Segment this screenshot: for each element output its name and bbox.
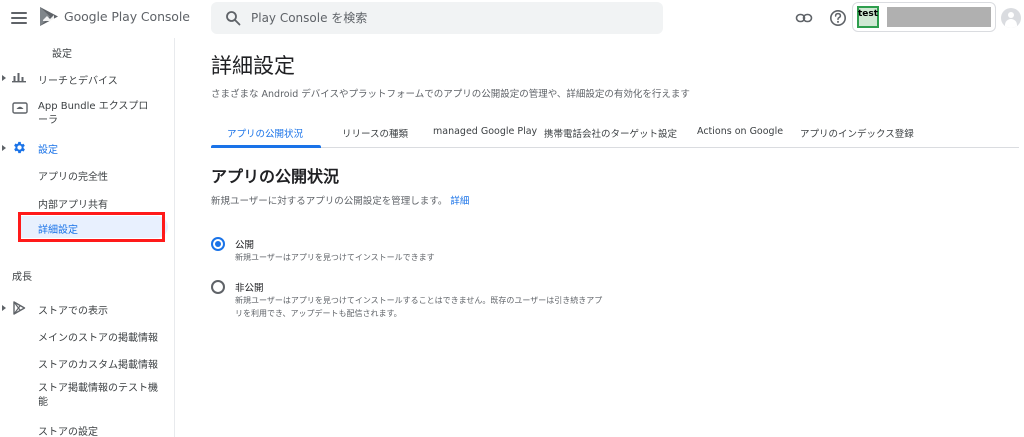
section-title: アプリの公開状況 xyxy=(211,167,340,186)
radio-private[interactable] xyxy=(211,280,225,294)
search-icon xyxy=(226,11,241,26)
option-public-description: 新規ユーザーはアプリを見つけてインストールできます xyxy=(235,253,435,262)
sidebar-item-store-listing-experiments[interactable]: ストア掲載情報のテスト機能 xyxy=(0,380,174,410)
play-console-logo-icon xyxy=(40,7,58,26)
tab-carrier-targeting[interactable]: 携帯電話会社のターゲット設定 xyxy=(544,126,677,140)
play-store-icon xyxy=(13,301,26,315)
search-input[interactable] xyxy=(251,8,651,28)
sidebar-item-label: 設定 xyxy=(52,49,72,60)
learn-more-link[interactable]: 詳細 xyxy=(450,196,469,207)
user-avatar-icon[interactable] xyxy=(1001,8,1021,28)
tab-bar: アプリの公開状況 リリースの種類 managed Google Play 携帯電… xyxy=(211,118,1019,148)
sidebar-item-label: ストアの設定 xyxy=(38,427,98,437)
radio-public[interactable] xyxy=(211,237,225,251)
sidebar-item-label: メインのストアの掲載情報 xyxy=(38,333,158,344)
sidebar-item-main-store-listing[interactable]: メインのストアの掲載情報 xyxy=(0,326,174,344)
page-title: 詳細設定 xyxy=(211,54,295,78)
sidebar-item-custom-store-listing[interactable]: ストアのカスタム掲載情報 xyxy=(0,353,174,371)
sidebar-item-label: App Bundle エクスプローラ xyxy=(38,101,149,126)
sidebar-item-internal-app-sharing[interactable]: 内部アプリ共有 xyxy=(0,193,174,211)
sidebar-item-reach-devices[interactable]: リーチとデバイス xyxy=(0,69,174,87)
tab-managed-google-play[interactable]: managed Google Play xyxy=(433,126,537,137)
sidebar-item-settings[interactable]: 設定 xyxy=(0,138,174,156)
sidebar-item-app-integrity[interactable]: アプリの完全性 xyxy=(0,165,174,183)
sidebar-item-store-settings[interactable]: ストアの設定 xyxy=(0,421,174,437)
sidebar-item-label: ストアのカスタム掲載情報 xyxy=(38,360,158,371)
option-public-label: 公開 xyxy=(235,240,255,251)
sidebar-item-label: 詳細設定 xyxy=(38,225,78,236)
expand-arrow-icon[interactable] xyxy=(2,75,6,81)
option-private-description: 新規ユーザーはアプリを見つけてインストールすることはできません。既存のユーザーは… xyxy=(235,294,635,320)
gear-icon xyxy=(14,141,25,154)
expand-arrow-icon[interactable] xyxy=(2,145,6,151)
account-name-redacted xyxy=(887,7,991,27)
option-private-label: 非公開 xyxy=(235,283,264,294)
section-description: 新規ユーザーに対するアプリの公開設定を管理します。 詳細 xyxy=(211,193,469,207)
sidebar-item-label: リーチとデバイス xyxy=(38,76,118,87)
sidebar-item-label: 内部アプリ共有 xyxy=(38,200,108,211)
sidebar-item-store-presence[interactable]: ストアでの表示 xyxy=(0,299,174,317)
active-tab-indicator xyxy=(211,145,321,148)
account-switcher[interactable]: test xyxy=(852,2,996,32)
bar-chart-icon xyxy=(12,73,26,83)
sidebar-item-app-bundle-explorer[interactable]: App Bundle エクスプローラ xyxy=(0,98,174,128)
account-label: test xyxy=(857,9,879,19)
brand-name: Google Play Console xyxy=(64,9,190,24)
sidebar-item-label: ストア掲載情報のテスト機能 xyxy=(38,383,158,408)
menu-icon[interactable] xyxy=(11,10,27,26)
developer-account-thumbnail: test xyxy=(857,6,879,28)
sidebar-item-label: アプリの完全性 xyxy=(38,172,108,183)
link-icon[interactable] xyxy=(795,10,813,26)
tab-app-availability[interactable]: アプリの公開状況 xyxy=(227,126,303,140)
help-icon[interactable] xyxy=(829,9,847,27)
option-private-description-line: 新規ユーザーはアプリを見つけてインストールすることはできません。既存のユーザーは… xyxy=(235,296,603,305)
top-app-bar: Google Play Console test xyxy=(0,0,1024,38)
option-private-description-line: リを利用でき、アップデートも配信されます。 xyxy=(235,309,402,318)
sidebar-item-label: 設定 xyxy=(38,145,58,156)
expand-arrow-icon[interactable] xyxy=(2,305,6,311)
tab-actions-on-google[interactable]: Actions on Google xyxy=(697,126,783,137)
tab-release-type[interactable]: リリースの種類 xyxy=(342,126,408,140)
sidebar-section-growth: 成長 xyxy=(12,272,32,283)
page-description: さまざまな Android デバイスやプラットフォームでのアプリの公開設定の管理… xyxy=(211,89,690,100)
tab-app-indexing[interactable]: アプリのインデックス登録 xyxy=(800,126,914,140)
sidebar-item-settings-sub[interactable]: 設定 xyxy=(0,43,174,60)
sidebar-nav: 設定 リーチとデバイス App Bundle エクスプローラ 設定 アプリの完全… xyxy=(0,38,175,437)
search-bar[interactable] xyxy=(211,2,663,34)
sidebar-item-advanced-settings[interactable]: 詳細設定 xyxy=(18,216,168,238)
sidebar-item-label: ストアでの表示 xyxy=(38,306,108,317)
android-bundle-icon xyxy=(12,102,28,114)
section-description-text: 新規ユーザーに対するアプリの公開設定を管理します。 xyxy=(211,196,448,207)
